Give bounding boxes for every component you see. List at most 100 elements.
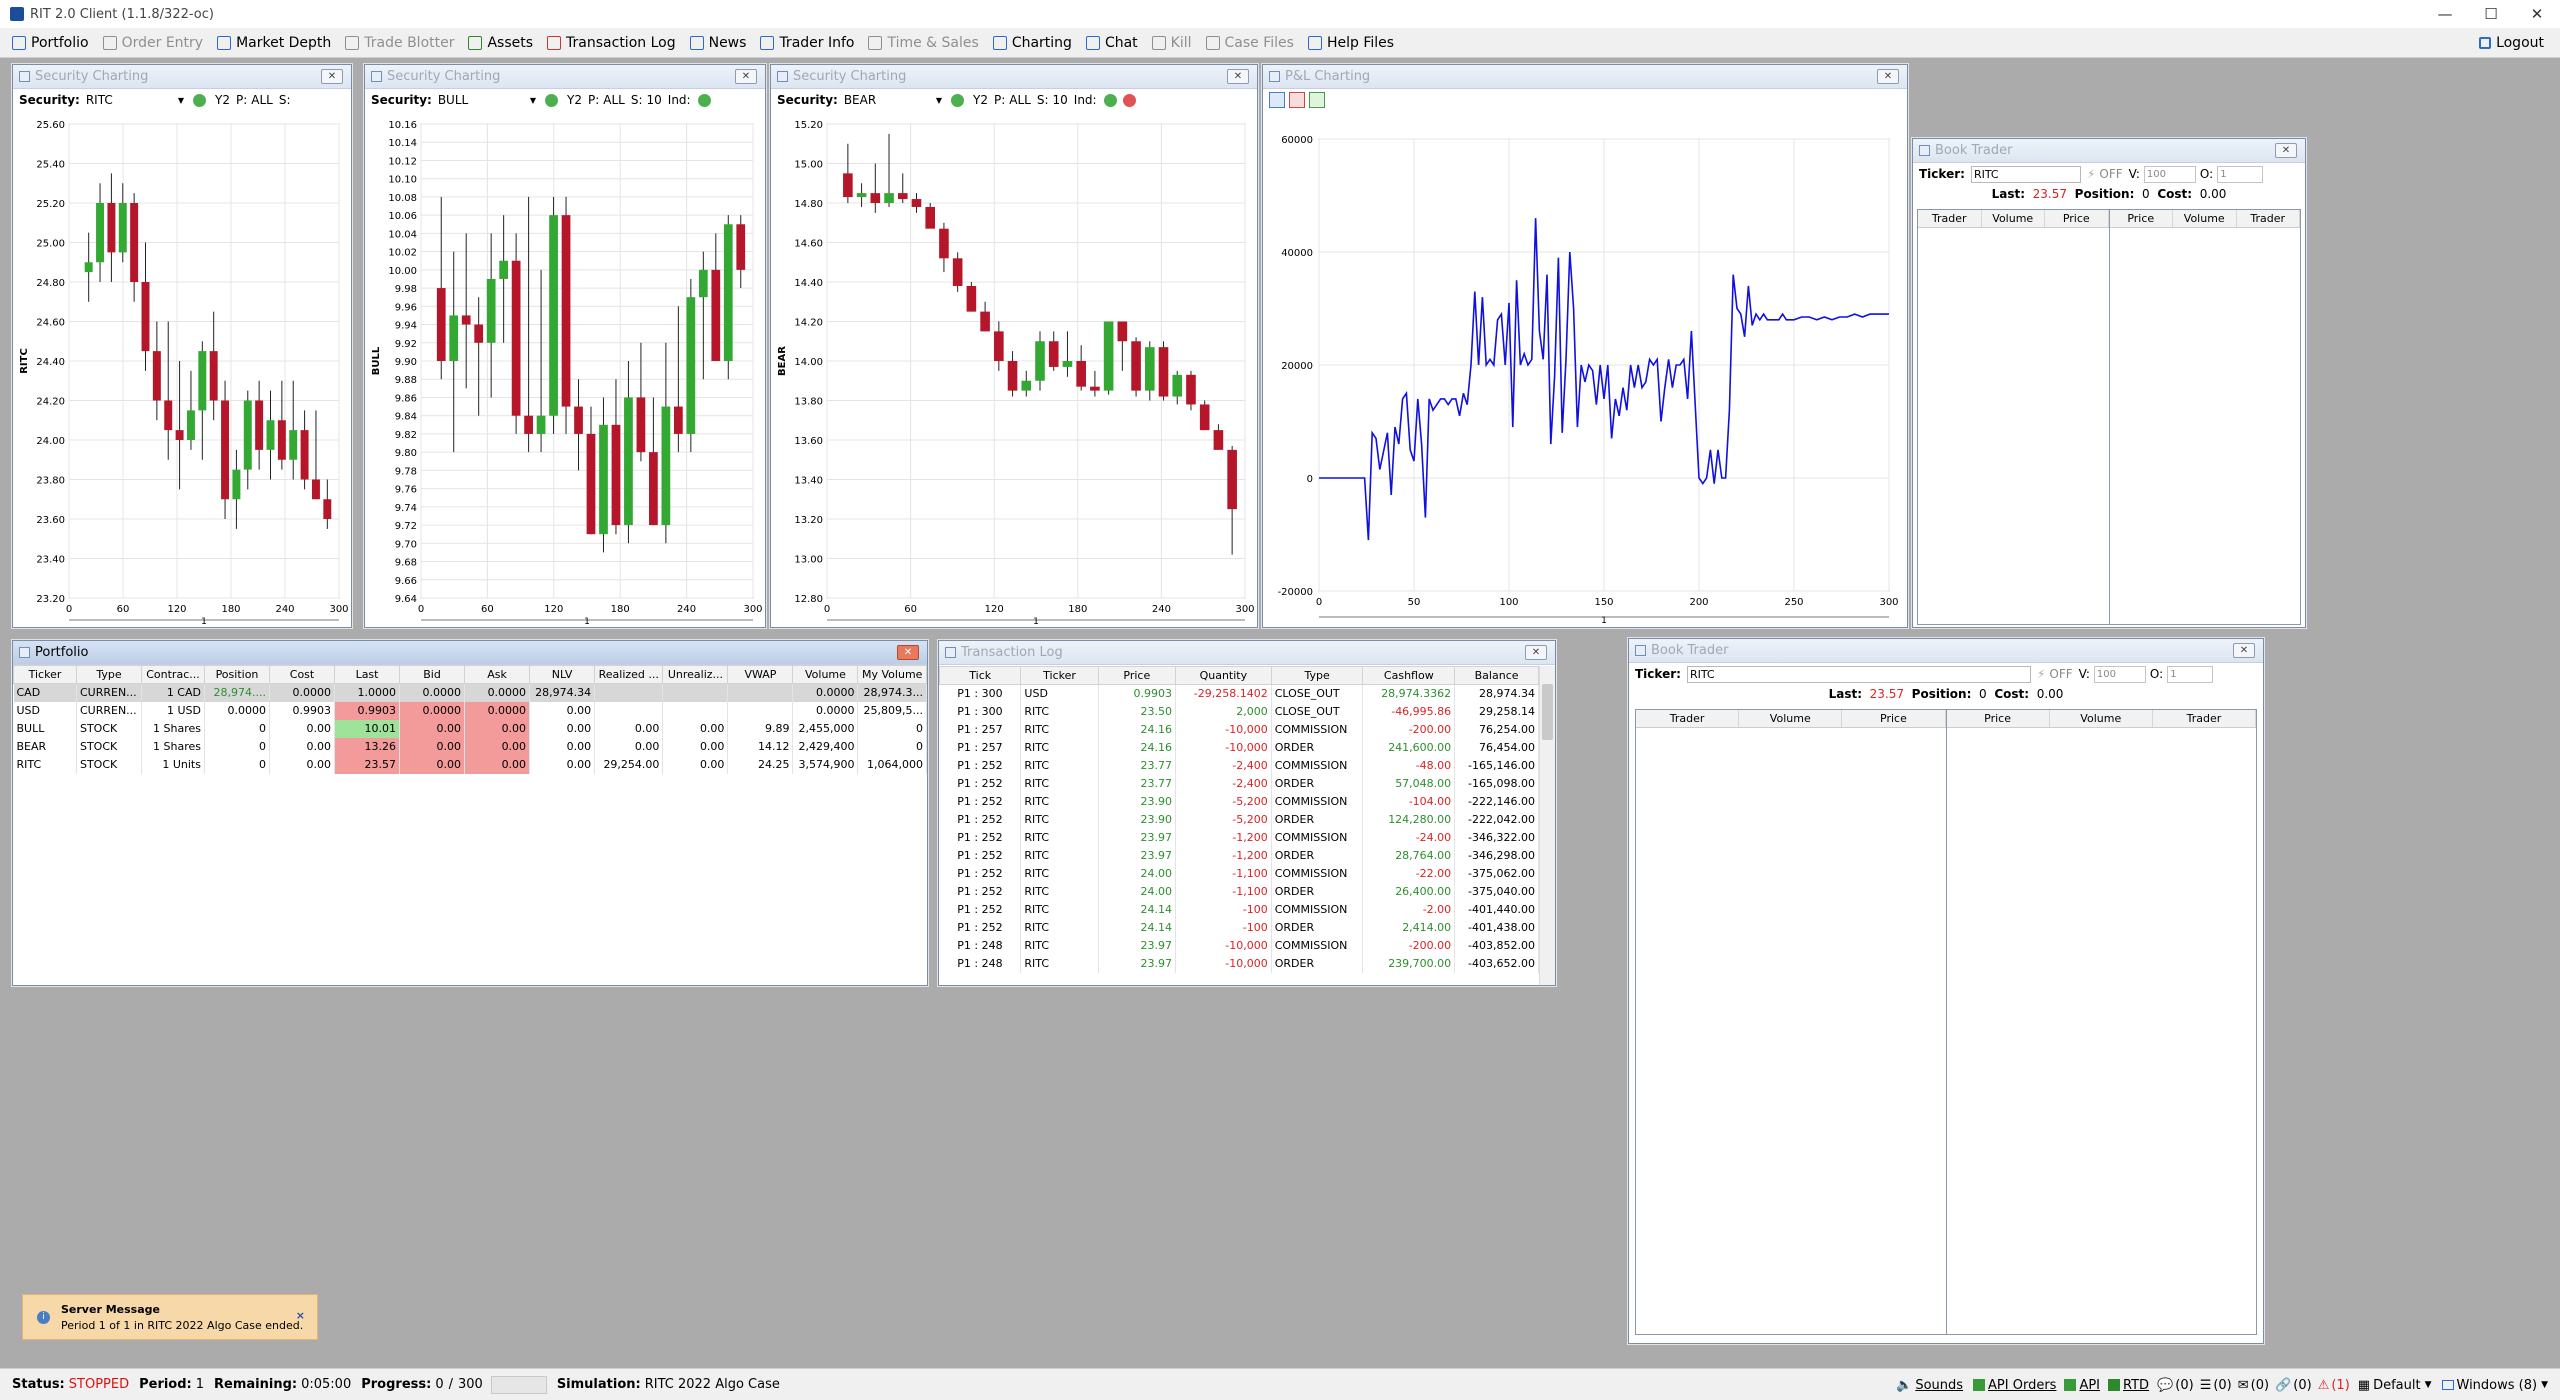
table-row[interactable]: CAD CURREN... 1 CAD 28,974.... 0.0000 1.0000 0…: [13, 683, 927, 702]
transaction-log-titlebar[interactable]: Transaction Log ✕: [939, 641, 1555, 665]
period-select[interactable]: ALL: [603, 93, 625, 107]
column-header[interactable]: Type: [1270, 666, 1364, 685]
column-header[interactable]: VWAP: [727, 665, 794, 684]
y2-toggle[interactable]: Y2: [973, 93, 988, 107]
ask-book[interactable]: Price Volume Trader: [2109, 210, 2300, 624]
table-row[interactable]: P1 : 252 RITC 24.00 -1,100 ORDER 26,400.00 -37…: [939, 882, 1539, 901]
period-select[interactable]: ALL: [1009, 93, 1031, 107]
column-header[interactable]: Last: [334, 665, 401, 684]
bid-book[interactable]: Trader Volume Price: [1636, 710, 1947, 1334]
table-row[interactable]: BEAR STOCK 1 Shares 0 0.00 13.26 0.00 0.00 0.00 0…: [13, 737, 927, 756]
minimize-button[interactable]: —: [2422, 0, 2468, 28]
menu-transaction-log[interactable]: Transaction Log: [547, 35, 676, 51]
chevron-down-icon[interactable]: ▼: [178, 96, 184, 105]
column-header[interactable]: Unrealiz...: [662, 665, 729, 684]
column-header[interactable]: Cost: [268, 665, 336, 684]
column-header[interactable]: Cashflow: [1362, 666, 1456, 685]
column-header[interactable]: Type: [75, 665, 143, 684]
table-row[interactable]: P1 : 252 RITC 24.14 -100 ORDER 2,414.00 -401,4…: [939, 918, 1539, 937]
chevron-down-icon[interactable]: ▼: [936, 96, 942, 105]
add-indicator-icon[interactable]: [1103, 93, 1117, 107]
column-header[interactable]: Bid: [399, 665, 466, 684]
chevron-down-icon[interactable]: ▼: [530, 96, 536, 105]
export-icon[interactable]: [1309, 92, 1325, 108]
table-row[interactable]: USD CURREN... 1 USD 0.0000 0.9903 0.9903 0.000…: [13, 701, 927, 720]
column-header[interactable]: Balance: [1454, 666, 1539, 685]
table-row[interactable]: BULL STOCK 1 Shares 0 0.00 10.01 0.00 0.00 0.00 0…: [13, 719, 927, 738]
table-row[interactable]: P1 : 252 RITC 23.77 -2,400 ORDER 57,048.00 -16…: [939, 774, 1539, 793]
menu-trade-blotter[interactable]: Trade Blotter: [345, 35, 454, 51]
chevron-down-icon[interactable]: ▼: [2541, 1380, 2548, 1390]
table-row[interactable]: P1 : 252 RITC 23.90 -5,200 ORDER 124,280.00 -2…: [939, 810, 1539, 829]
security-select[interactable]: BULL: [438, 93, 530, 107]
menu-order-entry[interactable]: Order Entry: [102, 35, 203, 51]
menu-trader-info[interactable]: Trader Info: [760, 35, 854, 51]
lightning-icon[interactable]: ⚡: [2087, 167, 2095, 181]
menu-kill[interactable]: Kill: [1151, 35, 1192, 51]
api-link[interactable]: API: [2079, 1378, 2100, 1393]
order-count-input[interactable]: 1: [2217, 165, 2264, 183]
table-row[interactable]: RITC STOCK 1 Units 0 0.00 23.57 0.00 0.00 0.00 29…: [13, 755, 927, 774]
close-portfolio-button[interactable]: ✕: [897, 645, 919, 660]
table-row[interactable]: P1 : 248 RITC 23.97 -10,000 COMMISSION -200.0…: [939, 936, 1539, 955]
security-chart-titlebar[interactable]: Security Charting ✕: [13, 65, 351, 89]
close-book-trader-1-button[interactable]: ✕: [2275, 143, 2297, 158]
step-select[interactable]: 10: [1053, 93, 1068, 107]
column-header[interactable]: Realized ...: [594, 665, 664, 684]
sounds-link[interactable]: Sounds: [1915, 1378, 1963, 1393]
close-window-button[interactable]: ✕: [2514, 0, 2560, 28]
api-orders-link[interactable]: API Orders: [1988, 1378, 2056, 1393]
security-select[interactable]: BEAR: [844, 93, 936, 107]
ask-book[interactable]: Price Volume Trader: [1946, 710, 2257, 1334]
book-trader-2-titlebar[interactable]: Book Trader ✕: [1629, 639, 2263, 663]
toast-close-button[interactable]: ×: [296, 1309, 305, 1322]
close-chart-window-button[interactable]: ✕: [321, 69, 343, 84]
ticker-select[interactable]: RITC: [1686, 665, 2031, 683]
close-chart-window-button[interactable]: ✕: [735, 69, 757, 84]
column-header[interactable]: Price: [1097, 666, 1177, 685]
add-indicator-icon[interactable]: [697, 93, 711, 107]
table-row[interactable]: P1 : 252 RITC 23.77 -2,400 COMMISSION -48.00-…: [939, 756, 1539, 775]
menu-help-files[interactable]: Help Files: [1307, 35, 1394, 51]
menu-assets[interactable]: Assets: [468, 35, 533, 51]
menu-news[interactable]: News: [689, 35, 746, 51]
remove-indicator-icon[interactable]: [1122, 93, 1136, 107]
column-header[interactable]: Tick: [939, 666, 1022, 685]
zoom-out-icon[interactable]: [1289, 92, 1305, 108]
rtd-link[interactable]: RTD: [2123, 1378, 2149, 1393]
table-row[interactable]: P1 : 252 RITC 24.00 -1,100 COMMISSION -22.00-…: [939, 864, 1539, 883]
column-header[interactable]: Volume: [792, 665, 859, 684]
column-header[interactable]: Contrac...: [141, 665, 205, 684]
table-row[interactable]: P1 : 248 RITC 23.97 -10,000 ORDER 239,700.00-…: [939, 954, 1539, 973]
table-row[interactable]: P1 : 252 RITC 24.14 -100 COMMISSION -2.00 -401…: [939, 900, 1539, 919]
scroll-thumb[interactable]: [1542, 684, 1553, 740]
close-chart-window-button[interactable]: ✕: [1227, 69, 1249, 84]
security-chart-titlebar[interactable]: Security Charting ✕: [771, 65, 1257, 89]
close-pnl-window-button[interactable]: ✕: [1877, 69, 1899, 84]
column-header[interactable]: NLV: [529, 665, 596, 684]
volume-input[interactable]: 100: [2143, 165, 2196, 183]
period-select[interactable]: ALL: [251, 93, 273, 107]
volume-input[interactable]: 100: [2093, 665, 2146, 683]
y2-toggle[interactable]: Y2: [567, 93, 582, 107]
y2-toggle[interactable]: Y2: [215, 93, 230, 107]
zoom-in-icon[interactable]: [1269, 92, 1285, 108]
portfolio-titlebar[interactable]: Portfolio ✕: [13, 641, 927, 665]
lightning-icon[interactable]: ⚡: [2037, 667, 2045, 681]
maximize-button[interactable]: ☐: [2468, 0, 2514, 28]
order-count-input[interactable]: 1: [2167, 665, 2214, 683]
table-row[interactable]: P1 : 252 RITC 23.97 -1,200 ORDER 28,764.00 -34…: [939, 846, 1539, 865]
table-row[interactable]: P1 : 257 RITC 24.16 -10,000 ORDER 241,600.00 7…: [939, 738, 1539, 757]
ticker-select[interactable]: RITC: [1970, 165, 2081, 183]
pnl-window-titlebar[interactable]: P&L Charting ✕: [1263, 65, 1907, 89]
table-row[interactable]: P1 : 300 USD 0.9903 -29,258.1402 CLOSE_OUT 28…: [939, 684, 1539, 703]
chevron-down-icon[interactable]: ▼: [2425, 1380, 2432, 1390]
windows-select[interactable]: Windows (8): [2457, 1378, 2538, 1393]
column-header[interactable]: Position: [203, 665, 271, 684]
close-transaction-log-button[interactable]: ✕: [1525, 645, 1547, 660]
bid-book[interactable]: Trader Volume Price: [1918, 210, 2110, 624]
menu-case-files[interactable]: Case Files: [1205, 35, 1294, 51]
close-book-trader-2-button[interactable]: ✕: [2233, 643, 2255, 658]
menu-chat[interactable]: Chat: [1085, 35, 1138, 51]
menu-time-sales[interactable]: Time & Sales: [868, 35, 979, 51]
